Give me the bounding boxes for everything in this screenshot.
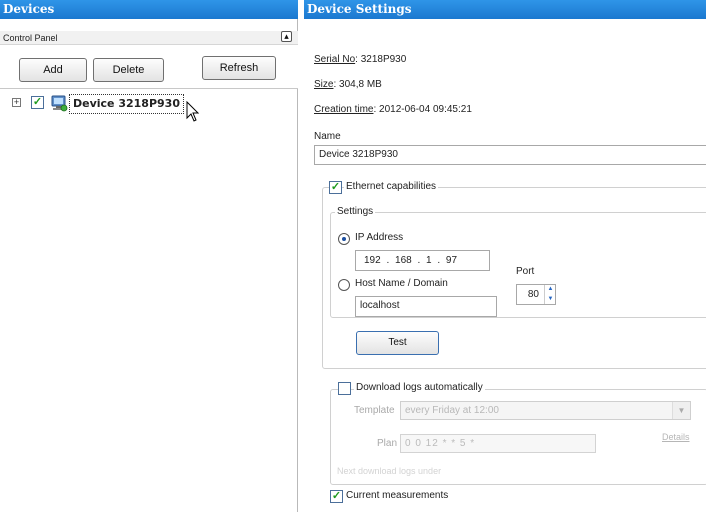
- serial-number-row: Serial No: 3218P930: [314, 54, 406, 65]
- current-measurements-label: Current measurements: [346, 490, 449, 501]
- control-panel-label: Control Panel: [0, 31, 298, 45]
- serial-number-key: Serial No: [314, 54, 356, 65]
- ethernet-capabilities-label: Ethernet capabilities: [344, 180, 439, 194]
- port-spinner: ▲ ▼: [544, 285, 555, 304]
- details-link[interactable]: Details: [662, 432, 690, 442]
- size-value: : 304,8 MB: [333, 79, 382, 90]
- plan-field[interactable]: 0 0 12 * * 5 *: [400, 434, 596, 453]
- ip-address-label: IP Address: [355, 232, 404, 243]
- devices-toolbar: Add Delete Refresh: [0, 45, 298, 89]
- name-label: Name: [314, 131, 341, 142]
- host-name-radio[interactable]: [338, 279, 350, 291]
- host-name-label: Host Name / Domain: [355, 278, 448, 289]
- creation-time-row: Creation time: 2012-06-04 09:45:21: [314, 104, 472, 115]
- next-download-hint: Next download logs under: [337, 466, 442, 476]
- device-tree-label[interactable]: Device 3218P930: [69, 94, 184, 114]
- download-logs-checkbox[interactable]: [338, 382, 351, 395]
- device-name-field[interactable]: Device 3218P930: [314, 145, 706, 165]
- port-label: Port: [516, 266, 535, 277]
- host-name-field[interactable]: localhost: [355, 296, 497, 317]
- spin-down-icon[interactable]: ▼: [545, 295, 556, 304]
- device-computer-icon: [51, 95, 68, 112]
- tree-expand-icon[interactable]: +: [12, 98, 21, 107]
- current-measurements-checkbox[interactable]: ✓: [330, 490, 343, 503]
- serial-number-value: : 3218P930: [355, 54, 407, 65]
- delete-button[interactable]: Delete: [93, 58, 164, 82]
- size-row: Size: 304,8 MB: [314, 79, 382, 90]
- devices-panel: Devices Control Panel ▴ Add Delete Refre…: [0, 0, 298, 512]
- device-settings-title: Device Settings: [304, 0, 706, 19]
- template-select-value: every Friday at 12:00: [405, 405, 499, 416]
- creation-time-value: : 2012-06-04 09:45:21: [373, 104, 472, 115]
- ethernet-checkbox[interactable]: ✓: [329, 181, 342, 194]
- settings-label: Settings: [335, 205, 376, 219]
- devices-panel-title: Devices: [0, 0, 298, 19]
- chevron-down-icon[interactable]: ▼: [672, 402, 690, 419]
- mouse-cursor-icon: [186, 101, 200, 122]
- template-label: Template: [354, 405, 395, 416]
- test-button[interactable]: Test: [356, 331, 439, 355]
- device-checkbox[interactable]: ✓: [31, 96, 44, 109]
- size-key: Size: [314, 79, 334, 90]
- ip-address-field[interactable]: 192 . 168 . 1 . 97: [355, 250, 490, 271]
- collapse-icon[interactable]: ▴: [281, 31, 292, 42]
- download-logs-label: Download logs automatically: [354, 381, 485, 395]
- device-settings-panel: Device Settings Serial No: 3218P930 Size…: [304, 0, 706, 512]
- refresh-button[interactable]: Refresh: [202, 56, 276, 80]
- ip-address-radio[interactable]: [338, 233, 350, 245]
- add-button[interactable]: Add: [19, 58, 87, 82]
- spin-up-icon[interactable]: ▲: [545, 285, 556, 294]
- plan-label: Plan: [377, 438, 398, 449]
- creation-time-key: Creation time: [314, 104, 374, 115]
- template-select[interactable]: every Friday at 12:00 ▼: [400, 401, 691, 420]
